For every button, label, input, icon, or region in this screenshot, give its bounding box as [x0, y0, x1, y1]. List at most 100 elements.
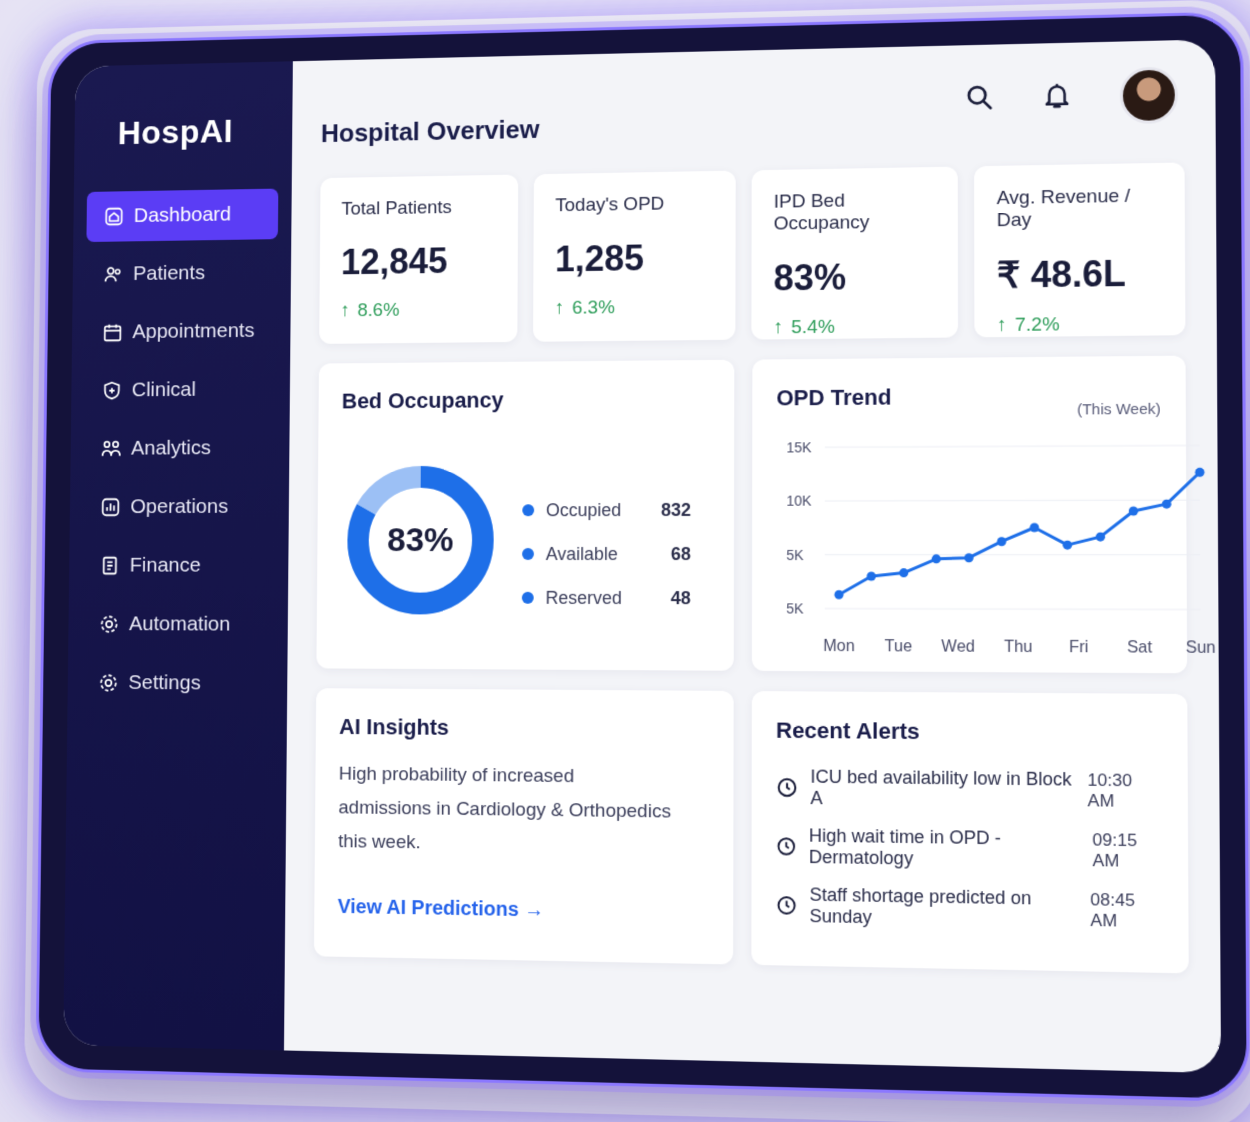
legend-label: Occupied — [545, 499, 622, 520]
sidebar-item-label: Appointments — [132, 319, 255, 343]
sidebar-item-label: Finance — [129, 553, 201, 577]
x-tick-label: Wed — [941, 638, 975, 656]
data-point — [931, 554, 941, 564]
x-tick-label: Mon — [823, 638, 855, 656]
legend-dot — [521, 591, 534, 604]
kpi-card: Avg. Revenue / Day ₹ 48.6L ↑ 7.2% — [974, 162, 1186, 338]
data-point — [1195, 467, 1205, 477]
clock-icon — [776, 894, 798, 917]
kpi-label: IPD Bed Occupancy — [773, 190, 870, 235]
tablet-frame: HospAI Dashboard Patients Appointments Clin… — [35, 11, 1250, 1103]
sidebar-item-appointments[interactable]: Appointments — [85, 305, 277, 358]
chart-gridline — [825, 445, 1200, 447]
x-tick-label: Tue — [885, 638, 913, 656]
kpi-value: ₹ 48.6L — [996, 252, 1126, 296]
alert-item[interactable]: ICU bed availability low in Block A 10:30… — [776, 758, 1163, 822]
bottom-row: AI Insights High probability of increase… — [313, 688, 1189, 974]
sidebar-item-operations[interactable]: Operations — [83, 481, 276, 532]
alert-item[interactable]: Staff shortage predicted on Sunday 08:45 … — [776, 876, 1164, 942]
data-point — [1062, 540, 1073, 550]
legend-item-occupied: Occupied 832 — [522, 488, 691, 532]
clock-icon — [776, 776, 798, 799]
kpi-label: Today's OPD — [555, 193, 665, 217]
sidebar-item-label: Analytics — [130, 436, 212, 460]
sidebar-item-patients[interactable]: Patients — [86, 247, 278, 300]
legend-label: Available — [545, 543, 618, 564]
kpi-card: Today's OPD 1,285 ↑ 6.3% — [533, 170, 736, 342]
alert-text: ICU bed availability low in Block A — [810, 766, 1072, 809]
legend-item-reserved: Reserved 48 — [521, 576, 691, 620]
sidebar-item-clinical[interactable]: Clinical — [84, 364, 276, 416]
bed-occupancy-donut: 83% — [342, 461, 499, 620]
legend-dot — [522, 504, 535, 517]
top-actions — [964, 66, 1179, 127]
kpi-change: ↑ 8.6% — [341, 299, 497, 322]
calendar-icon — [102, 322, 123, 344]
opd-trend-card: OPD Trend (This Week) 15K 10K 5K 5K Mon Tue We… — [751, 355, 1216, 674]
operations-icon — [100, 496, 121, 517]
data-point — [1095, 532, 1106, 542]
patients-icon — [103, 264, 124, 286]
data-point — [1029, 522, 1040, 533]
y-tick-label: 10K — [786, 494, 811, 509]
app-screen: HospAI Dashboard Patients Appointments Clin… — [63, 39, 1222, 1074]
kpi-change-value: 8.6% — [357, 299, 400, 322]
kpi-value: 1,285 — [554, 237, 645, 280]
kpi-change: ↑ 6.3% — [555, 296, 714, 320]
data-point — [1161, 499, 1172, 509]
kpi-row: Total Patients 12,845 ↑ 8.6% Today's OPD 1,28… — [319, 162, 1186, 344]
data-point — [996, 536, 1007, 547]
recent-alerts-card: Recent Alerts ICU bed availability low i… — [751, 691, 1189, 974]
recent-alerts-title: Recent Alerts — [775, 717, 920, 745]
alert-time: 09:15 AM — [1092, 830, 1137, 871]
dashboard-icon — [103, 206, 124, 228]
y-tick-label: 5K — [786, 547, 803, 562]
legend-label: Reserved — [545, 587, 622, 608]
brand-logo: HospAI — [117, 112, 234, 152]
ai-insights-title: AI Insights — [339, 714, 449, 740]
bed-occupancy-card: Bed Occupancy 83% Occupied 832 Available 68… — [316, 359, 735, 671]
sidebar-item-label: Operations — [130, 495, 229, 518]
finance-icon — [99, 555, 120, 576]
kpi-label: Total Patients — [341, 197, 452, 220]
clock-icon — [776, 835, 797, 858]
arrow-up-icon: ↑ — [554, 297, 565, 319]
middle-row: Bed Occupancy 83% Occupied 832 Available 68… — [316, 355, 1216, 674]
sidebar-nav: Dashboard Patients Appointments Clinical Ana… — [81, 188, 279, 710]
opd-trend-subtitle: (This Week) — [1076, 400, 1161, 419]
kpi-change-value: 5.4% — [791, 316, 835, 339]
gear-icon — [98, 672, 119, 694]
analytics-icon — [101, 438, 122, 459]
bed-legend: Occupied 832 Available 68 Reserved 48 — [521, 488, 691, 620]
sidebar-item-finance[interactable]: Finance — [82, 540, 275, 591]
y-tick-label: 5K — [786, 601, 803, 617]
ai-insights-card: AI Insights High probability of increase… — [313, 688, 734, 965]
kpi-change-value: 6.3% — [572, 297, 615, 319]
bell-icon[interactable] — [1041, 79, 1072, 115]
sidebar-item-dashboard[interactable]: Dashboard — [86, 188, 279, 243]
arrow-up-icon: ↑ — [773, 317, 784, 339]
search-icon[interactable] — [964, 81, 995, 117]
user-avatar[interactable] — [1119, 66, 1179, 125]
view-ai-predictions-link[interactable]: View AI Predictions → — [338, 896, 545, 923]
sidebar: HospAI Dashboard Patients Appointments Clin… — [63, 61, 293, 1051]
donut-percent: 83% — [387, 520, 454, 559]
sidebar-item-analytics[interactable]: Analytics — [84, 423, 277, 475]
kpi-value: 83% — [773, 256, 847, 299]
alert-item[interactable]: High wait time in OPD - Dermatology 09:15… — [776, 817, 1163, 882]
gear-icon — [99, 613, 120, 635]
alert-text: High wait time in OPD - Dermatology — [808, 825, 1001, 869]
sidebar-item-label: Patients — [132, 261, 206, 285]
alert-time: 08:45 AM — [1090, 889, 1135, 931]
sidebar-item-settings[interactable]: Settings — [81, 657, 274, 709]
kpi-change: ↑ 5.4% — [773, 316, 935, 340]
y-tick-label: 15K — [786, 440, 811, 456]
sidebar-item-automation[interactable]: Automation — [81, 599, 274, 651]
arrow-up-icon: ↑ — [340, 300, 350, 322]
arrow-up-icon: ↑ — [996, 314, 1007, 337]
kpi-change: ↑ 7.2% — [997, 313, 1163, 337]
legend-value: 832 — [660, 499, 691, 520]
sidebar-item-label: Dashboard — [133, 202, 232, 227]
data-point — [834, 590, 844, 600]
data-point — [899, 568, 909, 578]
